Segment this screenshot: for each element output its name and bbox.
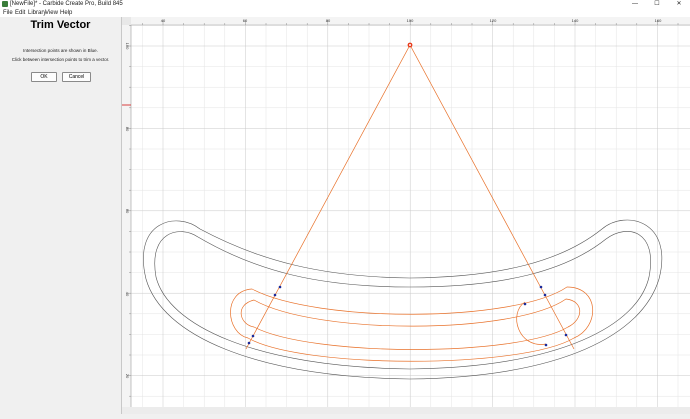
horizontal-ruler: 40 60 80 100 120 140 160 bbox=[122, 17, 690, 26]
intersection-point[interactable] bbox=[278, 285, 282, 289]
ruler-label-left: 80 bbox=[125, 127, 130, 132]
intersection-point[interactable] bbox=[539, 285, 543, 289]
horizontal-scrollbar[interactable] bbox=[122, 407, 690, 414]
intersection-point[interactable] bbox=[247, 341, 251, 345]
menu-view[interactable]: View bbox=[45, 9, 58, 17]
ruler-label-top: 100 bbox=[407, 18, 414, 23]
ruler-label-left: 40 bbox=[125, 292, 130, 297]
window-title: [NewFile]* - Carbide Create Pro, Build 8… bbox=[10, 1, 123, 7]
intersection-point[interactable] bbox=[523, 302, 527, 306]
menu-edit[interactable]: Edit bbox=[15, 9, 25, 17]
ruler-label-top: 120 bbox=[490, 18, 497, 23]
ruler-label-top: 40 bbox=[161, 18, 166, 23]
instruction-line-2: Click between intersection points to tri… bbox=[11, 57, 110, 62]
ruler-label-top: 60 bbox=[243, 18, 248, 23]
intersection-point[interactable] bbox=[564, 333, 568, 337]
intersection-point[interactable] bbox=[543, 293, 547, 297]
ruler-label-left: 100 bbox=[125, 43, 130, 50]
ok-button[interactable]: OK bbox=[31, 72, 57, 82]
panel-title: Trim Vector bbox=[30, 19, 91, 31]
design-canvas[interactable]: 40 60 80 100 120 140 160 100 80 60 40 20 bbox=[122, 17, 690, 414]
ruler-label-left: 20 bbox=[125, 374, 130, 379]
menu-file[interactable]: File bbox=[3, 9, 13, 17]
maximize-button[interactable]: ☐ bbox=[646, 0, 668, 9]
close-button[interactable]: ✕ bbox=[668, 0, 690, 9]
apex-node-center bbox=[409, 44, 411, 46]
trim-vector-panel: Trim Vector Intersection points are show… bbox=[0, 17, 122, 414]
intersection-point[interactable] bbox=[251, 334, 255, 338]
instruction-line-1: Intersection points are shown in Blue. bbox=[23, 48, 98, 53]
menu-help[interactable]: Help bbox=[60, 9, 72, 17]
intersection-point[interactable] bbox=[273, 293, 277, 297]
ruler-label-left: 60 bbox=[125, 209, 130, 214]
intersection-point[interactable] bbox=[544, 343, 548, 347]
ruler-label-top: 140 bbox=[572, 18, 579, 23]
app-icon bbox=[2, 1, 8, 7]
vertical-ruler: 100 80 60 40 20 bbox=[122, 17, 132, 414]
minimize-button[interactable]: — bbox=[624, 0, 646, 9]
ruler-label-top: 160 bbox=[655, 18, 662, 23]
ruler-label-top: 80 bbox=[326, 18, 331, 23]
title-bar: [NewFile]* - Carbide Create Pro, Build 8… bbox=[0, 0, 690, 9]
menu-library[interactable]: Library bbox=[28, 9, 46, 17]
cancel-button[interactable]: Cancel bbox=[62, 72, 91, 82]
